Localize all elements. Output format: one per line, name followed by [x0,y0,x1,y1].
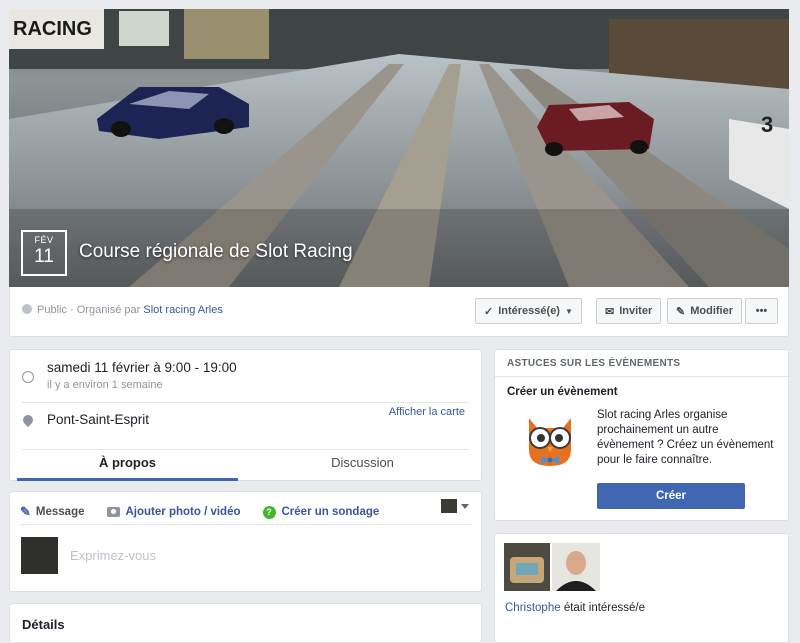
interested-people-card: Christophe était intéressé/e [494,533,789,643]
divider [495,376,788,377]
event-tips-card: ASTUCES SUR LES ÉVÈNEMENTS Créer un évèn… [494,349,789,521]
globe-icon [22,304,32,314]
invite-button[interactable]: ✉ Inviter [596,298,662,324]
divider [20,524,471,525]
add-photo-video-button[interactable]: Ajouter photo / vidéo [106,506,241,518]
more-dots-icon: ••• [755,305,768,317]
interested-button[interactable]: ✓ Intéressé(e) ▼ [475,298,582,324]
poll-icon: ? [262,505,276,519]
organizer-link[interactable]: Slot racing Arles [143,304,222,316]
divider [22,402,469,403]
red-race-car [537,102,654,156]
cover-photo: RACING 3 FÉV 11 Course régionale de Slot… [9,9,789,287]
slot-car-photo [504,543,550,591]
event-date-badge: FÉV 11 [21,230,67,276]
composer-input[interactable]: Exprimez-vous [70,548,156,563]
date-day: 11 [34,246,54,267]
privacy-prefix: Public · Organisé par [37,304,141,316]
tab-about[interactable]: À propos [17,455,238,481]
event-location[interactable]: Pont-Saint-Esprit [47,412,149,427]
tips-text: Slot racing Arles organise prochainement… [597,409,774,466]
date-month: FÉV [34,235,54,245]
post-as-avatar[interactable] [441,499,457,513]
interested-text: Christophe était intéressé/e [505,602,645,614]
user-avatar [21,537,58,574]
datetime-row: samedi 11 février à 9:00 - 19:00 il y a … [22,360,237,391]
details-card: Détails [9,603,482,643]
tips-header: ASTUCES SUR LES ÉVÈNEMENTS [507,358,681,369]
edit-button[interactable]: ✎ Modifier [667,298,742,324]
pencil-icon: ✎ [676,305,686,318]
svg-text:RACING: RACING [13,18,92,40]
interested-avatar-christophe[interactable] [552,543,600,591]
invite-label: Inviter [619,305,653,317]
pencil-icon: ✎ [20,504,31,519]
more-options-button[interactable]: ••• [745,298,778,324]
poll-label: Créer un sondage [281,506,380,518]
event-datetime: samedi 11 février à 9:00 - 19:00 [47,360,237,375]
divider [22,449,469,450]
create-event-button[interactable]: Créer [597,483,745,509]
composer-actions: ✎ Message Ajouter photo / vidéo ? Créer … [20,501,471,523]
interested-suffix: était intéressé/e [563,602,646,614]
check-icon: ✓ [484,305,494,318]
tab-discussion[interactable]: Discussion [250,455,475,481]
chevron-down-icon[interactable] [461,504,469,509]
camera-icon [106,507,120,517]
clock-icon [22,371,34,383]
location-pin-icon [20,412,36,428]
interested-avatar[interactable] [504,543,550,591]
add-photo-label: Ajouter photo / vidéo [125,506,241,518]
details-title: Détails [22,617,65,632]
edit-label: Modifier [690,305,733,317]
event-info-card: samedi 11 février à 9:00 - 19:00 il y a … [9,349,482,481]
event-title: Course régionale de Slot Racing [79,241,353,262]
owl-icon [529,418,571,466]
person-photo [552,543,600,591]
show-map-link[interactable]: Afficher la carte [389,406,465,418]
tips-subtitle: Créer un évènement [507,386,618,398]
event-privacy-organizer: Public · Organisé par Slot racing Arles [22,304,223,316]
create-poll-button[interactable]: ? Créer un sondage [262,505,380,519]
interested-name-link[interactable]: Christophe [505,602,561,614]
svg-text:3: 3 [761,112,773,137]
interested-label: Intéressé(e) [498,305,560,317]
envelope-icon: ✉ [605,305,615,318]
event-relative-time: il y a environ 1 semaine [47,379,163,391]
event-meta-bar: Public · Organisé par Slot racing Arles … [9,287,789,337]
chevron-down-icon: ▼ [564,306,573,316]
message-tab[interactable]: ✎ Message [20,504,85,520]
post-composer: ✎ Message Ajouter photo / vidéo ? Créer … [9,491,482,592]
message-label: Message [35,506,85,518]
